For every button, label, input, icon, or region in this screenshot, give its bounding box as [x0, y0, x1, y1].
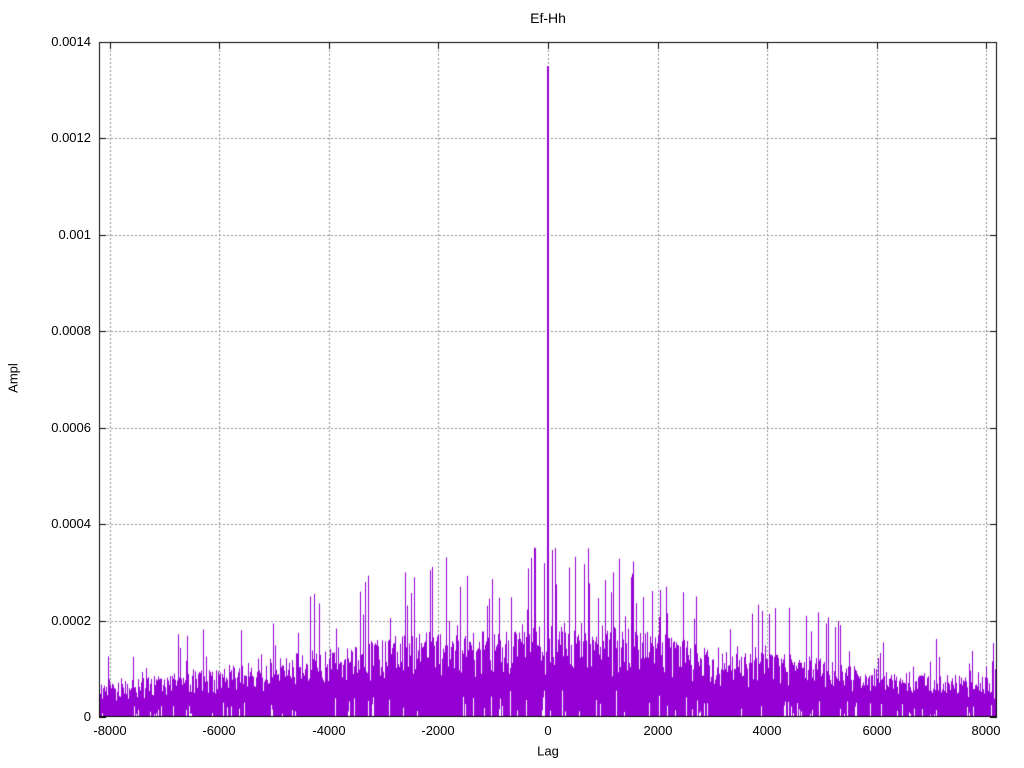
- y-tick-label: 0.0004: [51, 516, 91, 531]
- x-tick-label: -6000: [202, 723, 236, 738]
- y-axis-label: Ampl: [5, 363, 21, 393]
- figure: Ef-Hh Lag Ampl -8000 -6000 -4000 -2000 0 2000…: [0, 0, 1024, 768]
- x-tick-label: 8000: [971, 723, 1001, 738]
- x-tick-label: 0: [544, 723, 552, 738]
- y-tick-label: 0: [83, 709, 91, 724]
- x-tick-label: -2000: [421, 723, 455, 738]
- x-tick-label: 2000: [643, 723, 673, 738]
- y-tick-label: 0.0006: [51, 420, 91, 435]
- y-tick-label: 0.0008: [51, 323, 91, 338]
- x-tick-label: -8000: [93, 723, 127, 738]
- y-tick-label: 0.0014: [51, 34, 91, 49]
- y-tick-label: 0.001: [58, 227, 91, 242]
- x-axis-label: Lag: [537, 743, 559, 759]
- y-tick-label: 0.0012: [51, 130, 91, 145]
- plot-area: [0, 0, 1024, 768]
- x-tick-label: -4000: [312, 723, 346, 738]
- x-tick-label: 6000: [862, 723, 892, 738]
- x-tick-label: 4000: [752, 723, 782, 738]
- chart-title: Ef-Hh: [530, 10, 566, 26]
- y-tick-label: 0.0002: [51, 613, 91, 628]
